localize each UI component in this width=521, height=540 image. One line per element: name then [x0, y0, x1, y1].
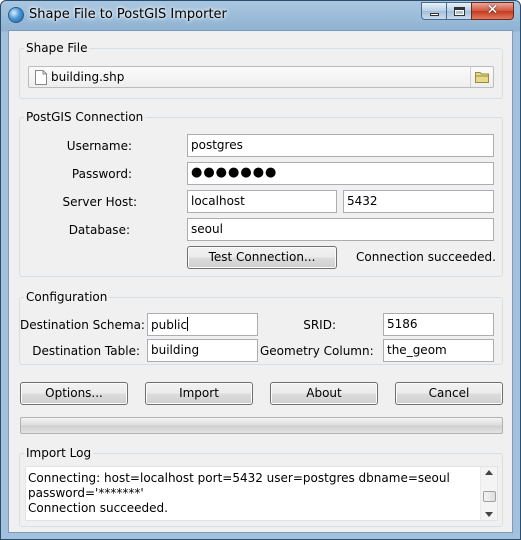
browse-folder-button[interactable]	[470, 67, 493, 87]
srid-input[interactable]: 5186	[383, 313, 494, 336]
scroll-thumb[interactable]	[483, 491, 496, 502]
password-input[interactable]: ●●●●●●●	[187, 162, 494, 185]
importer-window: Shape File to PostGIS Importer ✕ Shape F…	[0, 0, 521, 540]
import-log-group-label: Import Log	[24, 446, 94, 460]
configuration-group-label: Configuration	[24, 290, 110, 304]
destination-schema-label: Destination Schema:	[20, 318, 145, 332]
postgis-connection-group-label: PostGIS Connection	[24, 110, 146, 124]
import-button[interactable]: Import	[145, 382, 253, 405]
shape-file-group-label: Shape File	[24, 41, 90, 55]
import-progress-bar	[20, 417, 503, 434]
log-line: Connection succeeded.	[28, 501, 168, 515]
dialog-client-area: Shape File building.shp PostGIS Connecti…	[8, 30, 513, 533]
database-input[interactable]: seoul	[187, 218, 494, 241]
postgis-connection-group: PostGIS Connection Username: postgres Pa…	[19, 110, 503, 277]
close-button[interactable]: ✕	[471, 2, 514, 20]
scroll-down-arrow-icon[interactable]	[485, 512, 493, 517]
import-log-text: Connecting: host=localhost port=5432 use…	[28, 471, 478, 516]
destination-table-label: Destination Table:	[32, 344, 140, 358]
import-log-textarea[interactable]: Connecting: host=localhost port=5432 use…	[25, 466, 498, 521]
minimize-icon	[430, 13, 439, 16]
import-log-group: Import Log Connecting: host=localhost po…	[19, 446, 503, 527]
shape-file-name: building.shp	[51, 70, 125, 84]
scroll-up-arrow-icon[interactable]	[485, 470, 493, 475]
geometry-column-input[interactable]: the_geom	[383, 339, 494, 362]
caption-buttons: ✕	[421, 2, 514, 21]
folder-icon	[475, 72, 489, 83]
connection-status: Connection succeeded.	[356, 250, 496, 264]
file-icon	[35, 70, 47, 85]
username-input[interactable]: postgres	[187, 134, 494, 157]
configuration-group: Configuration Destination Schema: public…	[19, 290, 503, 365]
destination-schema-input[interactable]: public	[147, 313, 258, 336]
srid-label: SRID:	[303, 318, 336, 332]
host-input[interactable]: localhost	[187, 190, 337, 213]
text-caret	[187, 317, 189, 331]
title-bar[interactable]: Shape File to PostGIS Importer ✕	[1, 1, 520, 31]
options-button[interactable]: Options...	[20, 382, 128, 405]
close-icon: ✕	[486, 2, 499, 18]
app-globe-icon	[8, 7, 24, 23]
destination-table-input[interactable]: building	[147, 339, 258, 362]
shape-file-chooser[interactable]: building.shp	[28, 66, 494, 88]
port-input[interactable]: 5432	[343, 190, 494, 213]
log-scrollbar[interactable]	[480, 467, 497, 520]
password-label: Password:	[71, 167, 132, 181]
log-line: password='*******'	[28, 486, 144, 500]
test-connection-button[interactable]: Test Connection...	[187, 246, 337, 269]
minimize-button[interactable]	[421, 2, 447, 20]
server-host-label: Server Host:	[62, 195, 137, 209]
log-line: Connecting: host=localhost port=5432 use…	[28, 471, 450, 485]
about-button[interactable]: About	[270, 382, 378, 405]
geometry-column-label: Geometry Column:	[260, 344, 374, 358]
maximize-button[interactable]	[446, 2, 472, 20]
cancel-button[interactable]: Cancel	[395, 382, 503, 405]
destination-schema-value: public	[151, 318, 188, 332]
shape-file-group: Shape File building.shp	[19, 41, 503, 99]
window-title: Shape File to PostGIS Importer	[29, 7, 227, 22]
username-label: Username:	[66, 139, 132, 153]
database-label: Database:	[68, 223, 130, 237]
maximize-icon	[454, 7, 465, 16]
